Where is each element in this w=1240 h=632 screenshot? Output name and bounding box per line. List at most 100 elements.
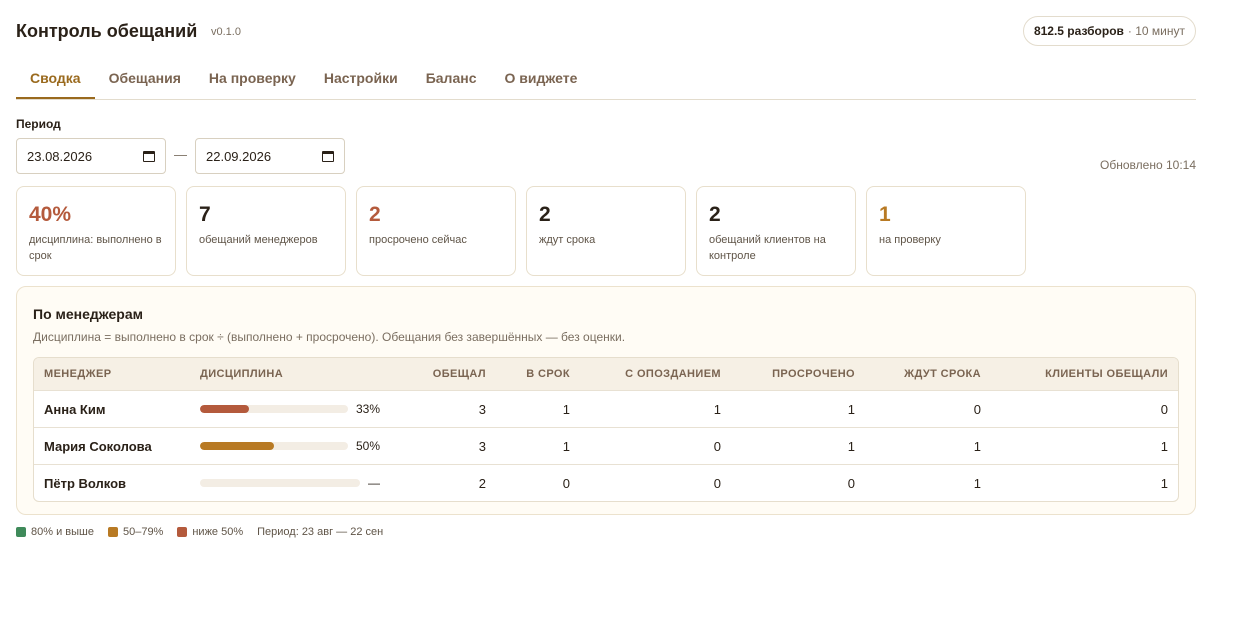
- date-from-input[interactable]: 23.08.2026: [16, 138, 166, 174]
- kpi-label: на проверку: [879, 234, 941, 246]
- table-row[interactable]: Анна Ким 33% 3 1 1 1 0 0: [34, 390, 1178, 427]
- waiting-count: 1: [973, 438, 981, 454]
- legend-swatch: [16, 527, 26, 537]
- late-count: 0: [713, 475, 721, 491]
- clients-count: 0: [1160, 401, 1168, 417]
- kpi-value: 2: [369, 203, 381, 226]
- promised-count: 2: [478, 475, 486, 491]
- discipline-percent: 50%: [356, 439, 381, 453]
- column-header-promised[interactable]: ОБЕЩАЛ: [400, 368, 486, 380]
- manager-name: Пётр Волков: [44, 475, 127, 491]
- discipline-cell: 50%: [200, 439, 400, 453]
- legend-label: 80% и выше: [31, 526, 94, 538]
- discipline-bar-fill: [200, 405, 249, 413]
- tab-about[interactable]: О виджете: [490, 58, 591, 99]
- kpi-card-manager-promises: 7 обещаний менеджеров: [186, 186, 346, 276]
- clients-count: 1: [1160, 438, 1168, 454]
- legend-label: 50–79%: [122, 526, 164, 538]
- discipline-cell: 33%: [200, 402, 400, 416]
- managers-panel: По менеджерам Дисциплина = выполнено в с…: [16, 286, 1196, 515]
- table-row[interactable]: Мария Соколова 50% 3 1 0 1 1 1: [34, 427, 1178, 464]
- kpi-card-discipline: 40% дисциплина: выполнено в срок: [16, 186, 176, 276]
- discipline-cell: —: [200, 476, 400, 490]
- overdue-count: 1: [847, 401, 855, 417]
- column-header-on-time[interactable]: В СРОК: [486, 368, 570, 380]
- legend-period: Период: 23 авг — 22 сен: [257, 526, 384, 538]
- updated-time: Обновлено 10:14: [1100, 158, 1196, 172]
- tab-summary[interactable]: Сводка: [16, 58, 95, 99]
- kpi-value: 40%: [29, 203, 72, 226]
- on-time-count: 1: [562, 401, 570, 417]
- discipline-bar-fill: [200, 442, 274, 450]
- app-root: Контроль обещаний v0.1.0 812.5 разборов …: [16, 0, 1196, 538]
- date-from-value: 23.08.2026: [27, 148, 93, 164]
- app-header: Контроль обещаний v0.1.0 812.5 разборов …: [16, 0, 1196, 64]
- late-count: 0: [713, 438, 721, 454]
- balance-amount: 812.5 разборов: [1033, 24, 1124, 38]
- kpi-value: 7: [199, 203, 211, 226]
- kpi-value: 2: [539, 203, 551, 226]
- legend: 80% и выше 50–79% ниже 50% Период: 23 ав…: [16, 526, 383, 538]
- calendar-icon[interactable]: [143, 150, 155, 162]
- kpi-cards: 40% дисциплина: выполнено в срок 7 обеща…: [16, 186, 1026, 276]
- overdue-count: 0: [847, 475, 855, 491]
- late-count: 1: [713, 401, 721, 417]
- column-header-manager[interactable]: МЕНЕДЖЕР: [34, 368, 200, 380]
- waiting-count: 1: [973, 475, 981, 491]
- kpi-label: обещаний клиентов на контроле: [709, 234, 826, 262]
- date-separator: —: [174, 147, 187, 162]
- kpi-card-client-promises: 2 обещаний клиентов на контроле: [696, 186, 856, 276]
- discipline-percent: —: [368, 476, 380, 490]
- kpi-label: ждут срока: [539, 234, 596, 246]
- overdue-count: 1: [847, 438, 855, 454]
- date-to-value: 22.09.2026: [206, 148, 272, 164]
- date-to-input[interactable]: 22.09.2026: [195, 138, 345, 174]
- managers-table: МЕНЕДЖЕР ДИСЦИПЛИНА ОБЕЩАЛ В СРОК С ОПОЗ…: [33, 357, 1179, 502]
- legend-item-high: 80% и выше: [16, 526, 94, 538]
- on-time-count: 0: [562, 475, 570, 491]
- on-time-count: 1: [562, 438, 570, 454]
- clients-count: 1: [1160, 475, 1168, 491]
- column-header-waiting[interactable]: ЖДУТ СРОКА: [855, 368, 981, 380]
- kpi-card-overdue: 2 просрочено сейчас: [356, 186, 516, 276]
- calendar-icon[interactable]: [322, 150, 334, 162]
- tab-balance[interactable]: Баланс: [412, 58, 491, 99]
- kpi-label: обещаний менеджеров: [199, 234, 318, 246]
- legend-item-mid: 50–79%: [107, 526, 164, 538]
- period-label: Период: [16, 117, 61, 131]
- column-header-overdue[interactable]: ПРОСРОЧЕНО: [721, 368, 855, 380]
- tab-settings[interactable]: Настройки: [310, 58, 412, 99]
- managers-subtitle: Дисциплина = выполнено в срок ÷ (выполне…: [33, 330, 626, 344]
- promised-count: 3: [478, 401, 486, 417]
- table-row[interactable]: Пётр Волков — 2 0 0 0 1 1: [34, 464, 1178, 501]
- column-header-late[interactable]: С ОПОЗДАНИЕМ: [570, 368, 721, 380]
- column-header-clients[interactable]: КЛИЕНТЫ ОБЕЩАЛИ: [981, 368, 1168, 380]
- table-header: МЕНЕДЖЕР ДИСЦИПЛИНА ОБЕЩАЛ В СРОК С ОПОЗ…: [34, 358, 1178, 390]
- legend-swatch: [107, 527, 118, 537]
- tab-review[interactable]: На проверку: [195, 58, 310, 99]
- legend-swatch: [177, 527, 188, 537]
- app-version: v0.1.0: [211, 26, 241, 38]
- legend-label: ниже 50%: [192, 526, 244, 538]
- discipline-percent: 33%: [356, 402, 381, 416]
- discipline-bar: [200, 405, 348, 413]
- managers-title: По менеджерам: [33, 306, 143, 322]
- kpi-label: дисциплина: выполнено в срок: [29, 234, 162, 262]
- manager-name: Анна Ким: [44, 401, 106, 417]
- app-title: Контроль обещаний: [16, 21, 198, 41]
- kpi-value: 1: [879, 203, 891, 226]
- legend-item-low: ниже 50%: [177, 526, 243, 538]
- kpi-card-waiting: 2 ждут срока: [526, 186, 686, 276]
- kpi-value: 2: [709, 203, 721, 226]
- discipline-bar: [200, 479, 360, 487]
- column-header-discipline[interactable]: ДИСЦИПЛИНА: [200, 368, 400, 380]
- waiting-count: 0: [973, 401, 981, 417]
- kpi-label: просрочено сейчас: [369, 234, 467, 246]
- manager-name: Мария Соколова: [44, 438, 152, 454]
- kpi-card-review: 1 на проверку: [866, 186, 1026, 276]
- balance-minutes: · 10 минут: [1127, 24, 1185, 38]
- promised-count: 3: [478, 438, 486, 454]
- discipline-bar: [200, 442, 348, 450]
- tab-promises[interactable]: Обещания: [95, 58, 195, 99]
- balance-pill[interactable]: 812.5 разборов · 10 минут: [1022, 16, 1196, 46]
